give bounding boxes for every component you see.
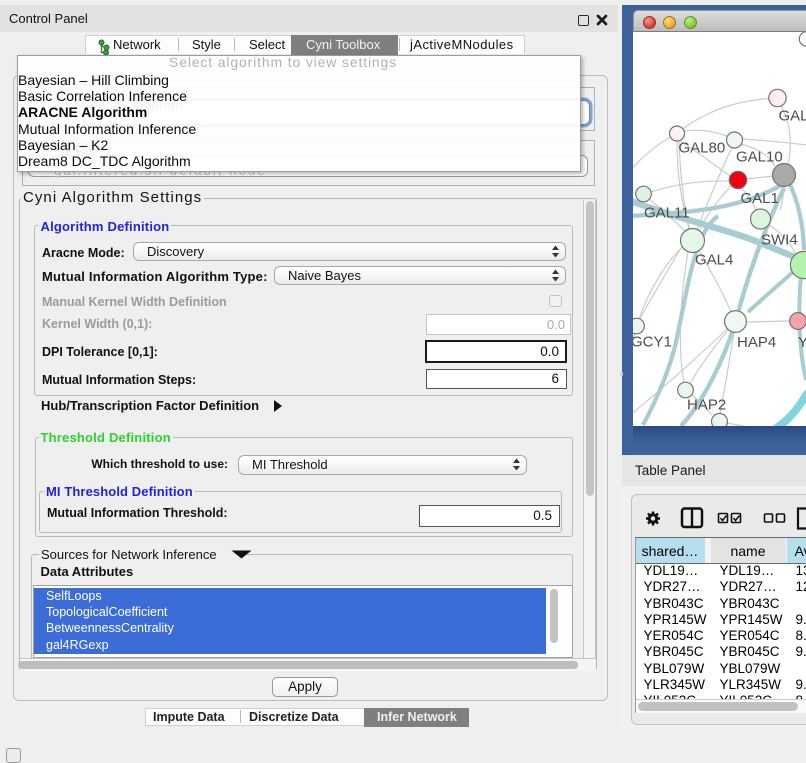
svg-text:HAP4: HAP4 [737, 334, 776, 351]
svg-text:GCY1: GCY1 [633, 334, 672, 351]
svg-text:GAL10: GAL10 [736, 149, 783, 166]
svg-text:GAL80: GAL80 [679, 140, 726, 157]
svg-text:YD: YD [798, 334, 806, 351]
svg-text:GAL11: GAL11 [644, 205, 690, 222]
svg-text:HAP2: HAP2 [687, 397, 726, 414]
svg-text:GAL4: GAL4 [695, 252, 733, 269]
svg-text:GAL1: GAL1 [741, 190, 779, 207]
svg-text:GAL2: GAL2 [779, 107, 806, 124]
svg-text:SWI4: SWI4 [761, 232, 798, 249]
